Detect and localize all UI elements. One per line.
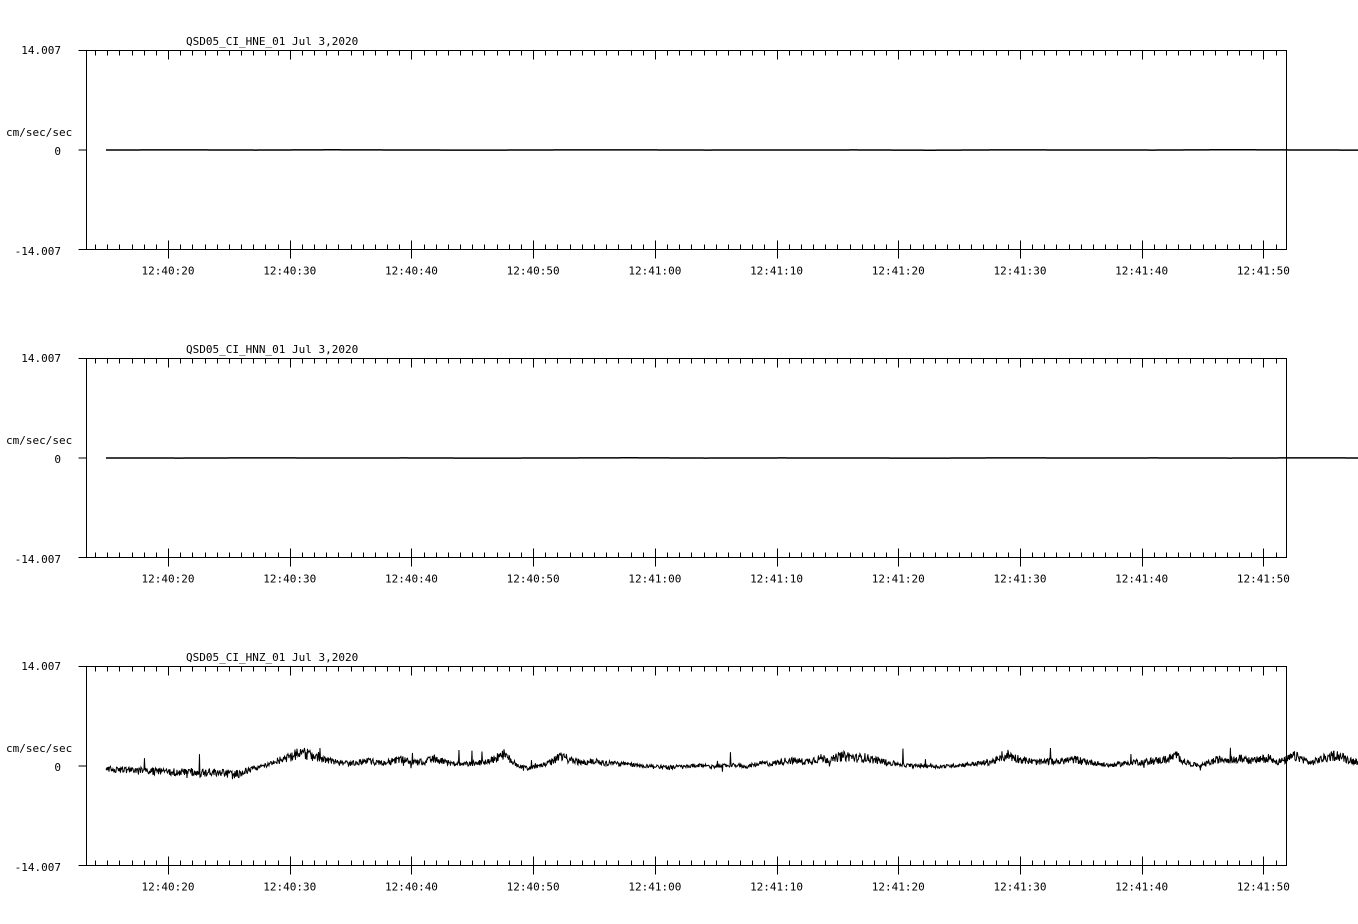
x-tick-label: 12:41:30: [993, 265, 1046, 278]
y-tick-max: 14.007: [21, 352, 61, 365]
x-tick-label: 12:41:00: [628, 265, 681, 278]
chart-panel-hnn: QSD05_CI_HNN_01 Jul 3,2020 cm/sec/sec 14…: [6, 343, 1358, 586]
x-tick-label: 12:40:20: [142, 881, 195, 894]
x-tick-label: 12:41:20: [872, 265, 925, 278]
x-axis-ticks: [78, 358, 1277, 567]
x-tick-label: 12:41:10: [750, 573, 803, 586]
y-tick-zero: 0: [54, 453, 61, 466]
x-axis-tick-labels: 12:40:20 12:40:30 12:40:40 12:40:50 12:41:00…: [142, 265, 1290, 278]
chart-title: QSD05_CI_HNN_01 Jul 3,2020: [186, 343, 358, 356]
x-tick-label: 12:40:30: [263, 573, 316, 586]
chart-panel-hne: QSD05_CI_HNE_01 Jul 3,2020 cm/sec/sec 14…: [6, 35, 1358, 278]
x-tick-label: 12:40:20: [142, 573, 195, 586]
y-axis-label: cm/sec/sec: [6, 126, 72, 139]
y-tick-zero: 0: [54, 145, 61, 158]
x-tick-label: 12:41:30: [993, 881, 1046, 894]
chart-title: QSD05_CI_HNZ_01 Jul 3,2020: [186, 651, 358, 664]
chart-title: QSD05_CI_HNE_01 Jul 3,2020: [186, 35, 358, 48]
x-tick-label: 12:41:40: [1115, 881, 1168, 894]
x-tick-label: 12:40:30: [263, 265, 316, 278]
x-tick-label: 12:41:50: [1237, 573, 1290, 586]
x-axis-tick-labels: 12:40:20 12:40:30 12:40:40 12:40:50 12:41:00…: [142, 881, 1290, 894]
waveform-trace-hnz: [105, 747, 1358, 780]
x-tick-label: 12:41:50: [1237, 881, 1290, 894]
y-axis-label: cm/sec/sec: [6, 434, 72, 447]
x-tick-label: 12:40:40: [385, 881, 438, 894]
y-tick-max: 14.007: [21, 660, 61, 673]
x-tick-label: 12:40:40: [385, 573, 438, 586]
x-tick-label: 12:40:50: [507, 265, 560, 278]
chart-panel-hnz: QSD05_CI_HNZ_01 Jul 3,2020 cm/sec/sec 14…: [6, 651, 1358, 894]
x-axis-tick-labels: 12:40:20 12:40:30 12:40:40 12:40:50 12:41:00…: [142, 573, 1290, 586]
x-axis-ticks: [78, 50, 1277, 259]
x-tick-label: 12:40:30: [263, 881, 316, 894]
y-tick-zero: 0: [54, 761, 61, 774]
seismogram-figure: QSD05_CI_HNE_01 Jul 3,2020 cm/sec/sec 14…: [6, 35, 1358, 894]
x-tick-label: 12:40:20: [142, 265, 195, 278]
x-tick-label: 12:41:00: [628, 573, 681, 586]
x-tick-label: 12:41:10: [750, 265, 803, 278]
x-tick-label: 12:41:40: [1115, 573, 1168, 586]
x-tick-label: 12:41:10: [750, 881, 803, 894]
x-tick-label: 12:41:30: [993, 573, 1046, 586]
y-tick-min: -14.007: [15, 553, 61, 566]
x-tick-label: 12:41:40: [1115, 265, 1168, 278]
y-tick-min: -14.007: [15, 861, 61, 874]
x-tick-label: 12:41:50: [1237, 265, 1290, 278]
y-tick-min: -14.007: [15, 245, 61, 258]
x-tick-label: 12:40:40: [385, 265, 438, 278]
x-tick-label: 12:41:20: [872, 881, 925, 894]
y-axis-label: cm/sec/sec: [6, 742, 72, 755]
x-tick-label: 12:40:50: [507, 573, 560, 586]
x-tick-label: 12:40:50: [507, 881, 560, 894]
x-tick-label: 12:41:20: [872, 573, 925, 586]
x-axis-ticks: [78, 666, 1277, 875]
x-tick-label: 12:41:00: [628, 881, 681, 894]
y-tick-max: 14.007: [21, 44, 61, 57]
